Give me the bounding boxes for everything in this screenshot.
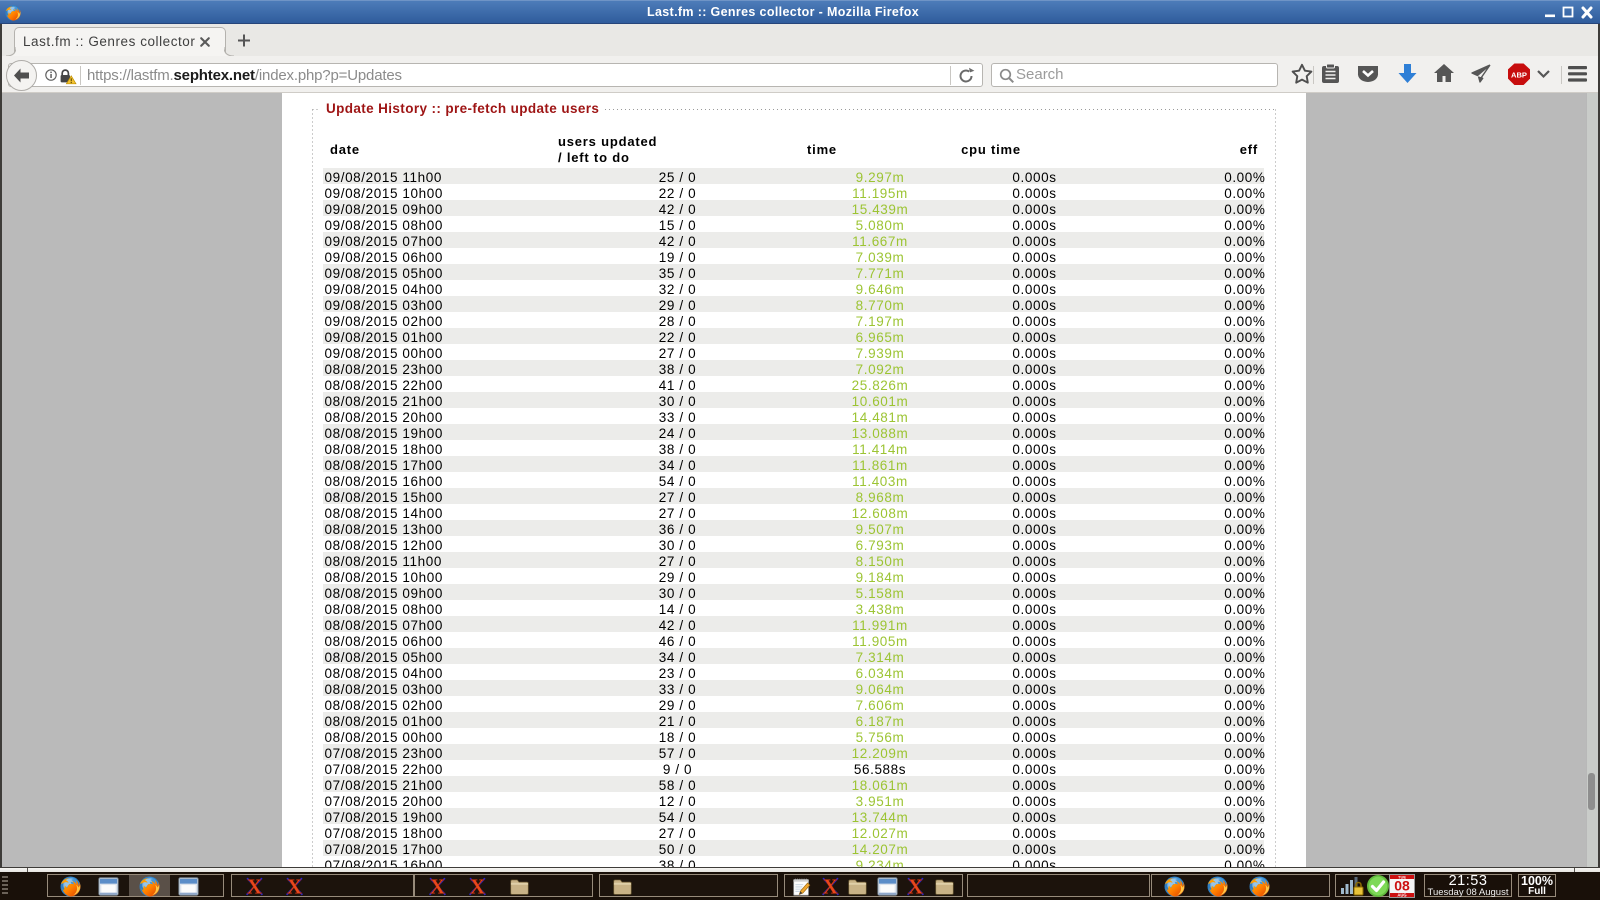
svg-text:X: X	[429, 876, 444, 897]
svg-text:X: X	[822, 876, 837, 897]
svg-text:X: X	[907, 876, 922, 897]
svg-text:X: X	[469, 876, 484, 897]
svg-text:08: 08	[1394, 878, 1410, 894]
svg-text:X: X	[286, 876, 301, 897]
svg-text:AUG: AUG	[1397, 893, 1406, 898]
svg-text:X: X	[246, 876, 261, 897]
